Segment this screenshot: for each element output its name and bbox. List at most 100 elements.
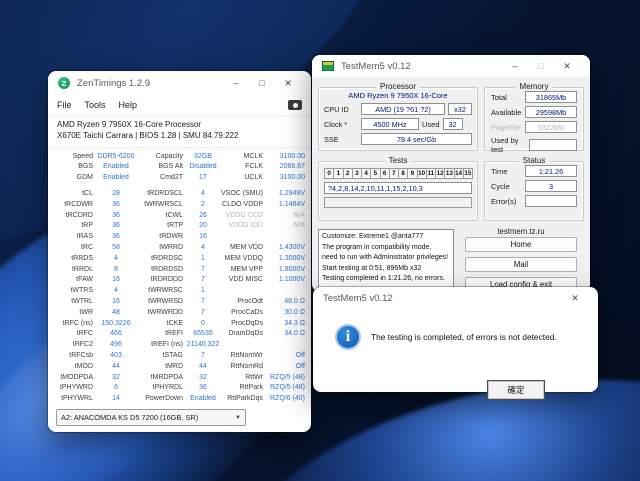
timing-value: 4 [186,243,220,254]
menu-help[interactable]: Help [119,100,138,110]
voltage-label: CLDO VDDP [220,200,266,211]
status-label: Time [491,167,507,176]
timings-table: Speed DDR5-6200 Capacity 32GB MCLK 3100.… [48,148,311,406]
timing-value: 36 [96,232,136,243]
timing-label: PowerDown [136,394,186,405]
status-row: Error(s) [491,195,577,207]
timing-label: tWTRS [54,286,96,297]
voltage-label: VSOC (SMU) [220,189,266,200]
info-icon: i [335,324,361,350]
timing-value: 496 [96,340,136,351]
timing-label: tRDRDSD [136,265,186,276]
timing-value: 0 [186,319,220,330]
dialog-titlebar: TestMem5 v0.12 ✕ [313,287,598,310]
status-label: Cycle [491,182,510,191]
info-label: Capacity [136,152,186,163]
screenshot-camera-icon[interactable] [288,100,302,110]
status-caption: Status [519,156,550,165]
status-label: Error(s) [491,197,516,206]
tests-groupbox: Tests 0 1 2 3 4 5 6 [318,161,478,221]
timing-label: tPHYWRD [54,383,96,394]
voltage-value: N/A [266,211,305,222]
testmem5-body: Processor AMD Ryzen 9 7950X 16-Core CPU … [312,77,590,292]
dimm-selector-dropdown[interactable]: A2: ANACOMDA KS D5 7200 (16GB, SR) ▼ [56,409,246,426]
minimize-button[interactable]: – [502,57,528,75]
ok-button[interactable]: 確定 [487,380,545,400]
timing-value: 48 [96,308,136,319]
info-value: Enabled [96,173,136,184]
voltage-label: MEM VPP [220,265,266,276]
memory-info-rows: Speed DDR5-6200 Capacity 32GB MCLK 3100.… [54,152,305,184]
test-number-cell: 15 [463,168,473,179]
menu-tools[interactable]: Tools [85,100,106,110]
speed-field: 79.4 sec/Gb [361,133,472,145]
timing-label: tRFCsb [54,351,96,362]
timing-value: 20 [186,221,220,232]
timing-label: tCKE [136,319,186,330]
maximize-button[interactable]: □ [249,74,275,92]
clock-field: 4500 MHz [361,118,419,130]
voltage-value: 48.0 Ω [266,297,305,308]
voltage-label: VDDG IOD [220,221,266,232]
voltage-value: 34.0 Ω [266,329,305,340]
test-sequence-input[interactable]: ?4,2,8,14,2,10,11,1,15,2,10,3 [324,182,472,194]
memory-groupbox: Memory Total 31865Mb Available 29598Mb [484,87,584,151]
status-rows: Time 1:21.26 Cycle 3 Error(s) [485,165,583,207]
timing-value: 44 [96,362,136,373]
dialog-title: TestMem5 v0.12 [323,293,562,304]
voltage-label: ProcDqDs [220,319,266,330]
timing-value: 32 [96,373,136,384]
cpu-name-line: AMD Ryzen 9 7950X 16-Core Processor [57,120,302,131]
voltage-label: RttNomWr [220,351,266,362]
info-label: Speed [54,152,96,163]
timing-row: tRAS 36 tRDWR 16 [54,232,305,243]
memory-value-field [529,139,577,151]
info-label: Cmd2T [136,173,186,184]
voltage-label: RttPark [220,383,266,394]
timing-label: tCL [54,189,96,200]
cpu-id-label: CPU ID [324,105,358,114]
timing-label: tRFC [54,329,96,340]
action-button[interactable]: Home [465,237,577,252]
voltage-value [266,340,305,351]
chevron-down-icon: ▼ [235,415,241,421]
minimize-button[interactable]: – [223,74,249,92]
timing-value: 44 [186,362,220,373]
timing-label: tREFI [136,329,186,340]
info-label: BGS [54,162,96,173]
timing-row: tRC 58 tWRRD 4 MEM VDD 1.4300V [54,243,305,254]
close-button[interactable]: ✕ [275,74,301,92]
timing-label: tRRDL [54,265,96,276]
timing-label: tRDRDSCL [136,189,186,200]
site-caption: testmem.tz.ru [462,227,580,236]
timing-value: 8 [96,265,136,276]
close-button[interactable]: ✕ [554,57,580,75]
timing-row: tRCDWR 36 tWRWRSCL 2 CLDO VDDP 1.1484V [54,200,305,211]
testmem5-window: TestMem5 v0.12 – □ ✕ Processor AMD Ryzen… [312,55,590,292]
timing-row: tRFC2 496 tREFI (ns) 21140.322 [54,340,305,351]
voltage-label: RttParkDqs [220,394,266,405]
action-button[interactable]: Mail [465,257,577,272]
timing-value: 16 [186,232,220,243]
timing-value: 36 [96,221,136,232]
voltage-value: 1.1000V [266,275,305,286]
maximize-button: □ [528,57,554,75]
timing-value: 466 [96,329,136,340]
timing-value: 36 [186,383,220,394]
zentimings-menubar: File Tools Help [48,95,311,116]
timing-label: tRAS [54,232,96,243]
timing-label: tRCDWR [54,200,96,211]
processor-groupbox: Processor AMD Ryzen 9 7950X 16-Core CPU … [318,87,478,151]
close-icon[interactable]: ✕ [562,290,588,308]
info-label: GDM [54,173,96,184]
menu-file[interactable]: File [57,100,72,110]
info-value: 2066.67 [266,162,305,173]
timing-label: tRCDRD [54,211,96,222]
voltage-value: RZQ/5 (48) [266,373,305,384]
timing-value: 403 [96,351,136,362]
timing-value: 7 [186,308,220,319]
testmem5-titlebar: TestMem5 v0.12 – □ ✕ [312,55,590,77]
dialog-message: The testing is completed, of errors is n… [371,332,557,342]
timing-value: 36 [96,200,136,211]
voltage-value: 1.8000V [266,265,305,276]
